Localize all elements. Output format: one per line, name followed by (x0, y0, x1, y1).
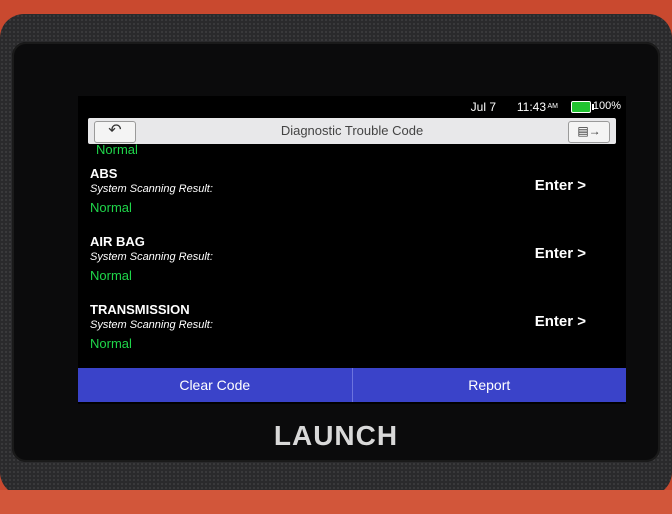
system-status: Normal (90, 268, 132, 283)
system-row-abs: ABS System Scanning Result: Normal Enter… (78, 166, 626, 228)
exit-button[interactable]: ▤→ (568, 121, 610, 143)
status-bar: Jul 7 11:43 AM 100% (78, 96, 626, 118)
title-bar: ↶ Diagnostic Trouble Code ▤→ (88, 118, 616, 144)
status-date: Jul 7 (470, 100, 496, 114)
system-scan-label: System Scanning Result: (90, 183, 213, 195)
system-status: Normal (90, 336, 132, 351)
enter-button-transmission[interactable]: Enter > (535, 313, 586, 330)
action-bar: Clear Code Report (78, 368, 626, 402)
device-case-edge (0, 490, 672, 514)
status-time: 11:43 (516, 100, 546, 114)
report-button[interactable]: Report (353, 368, 627, 402)
system-list: Normal ABS System Scanning Result: Norma… (78, 142, 626, 368)
previous-system-status: Normal (96, 142, 138, 157)
system-row-air-bag: AIR BAG System Scanning Result: Normal E… (78, 234, 626, 296)
battery-icon (571, 101, 594, 113)
status-battery: 100% (592, 100, 621, 112)
status-ampm: AM (547, 103, 559, 110)
system-name: AIR BAG (90, 234, 145, 249)
system-scan-label: System Scanning Result: (90, 319, 213, 331)
clear-code-button[interactable]: Clear Code (78, 368, 352, 402)
screen: Jul 7 11:43 AM 100% ↶ Diagnostic Trouble… (78, 96, 626, 404)
enter-button-air-bag[interactable]: Enter > (535, 245, 586, 262)
system-row-transmission: TRANSMISSION System Scanning Result: Nor… (78, 302, 626, 364)
system-name: TRANSMISSION (90, 302, 190, 317)
page-title: Diagnostic Trouble Code (280, 123, 424, 138)
system-status: Normal (90, 200, 132, 215)
system-name: ABS (90, 166, 118, 181)
exit-icon: ▤→ (577, 124, 601, 138)
system-scan-label: System Scanning Result: (90, 251, 213, 263)
enter-button-abs[interactable]: Enter > (535, 177, 586, 194)
brand-logo: LAUNCH (273, 420, 399, 451)
